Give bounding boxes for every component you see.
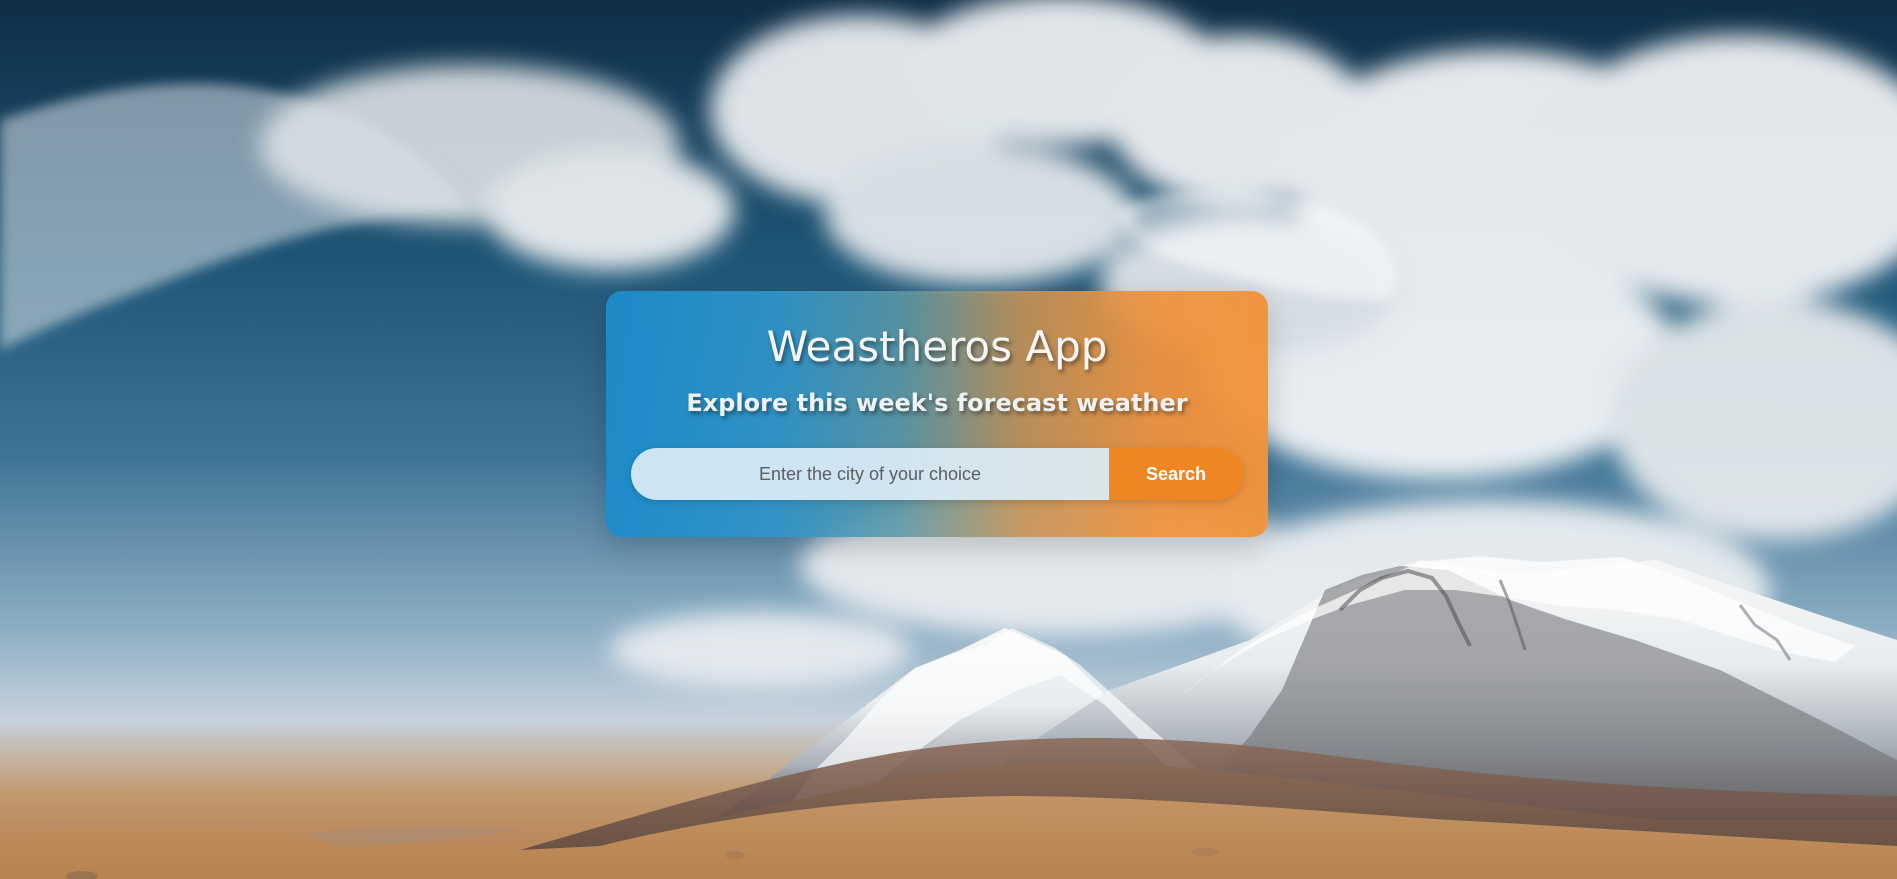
- weather-page: Weastheros App Explore this week's forec…: [0, 0, 1897, 879]
- search-bar: Search: [631, 448, 1243, 500]
- search-button[interactable]: Search: [1109, 448, 1243, 500]
- search-card: Weastheros App Explore this week's forec…: [606, 291, 1268, 537]
- page-title: Weastheros App: [766, 322, 1108, 371]
- page-subtitle: Explore this week's forecast weather: [686, 389, 1188, 417]
- city-search-input[interactable]: [631, 448, 1109, 500]
